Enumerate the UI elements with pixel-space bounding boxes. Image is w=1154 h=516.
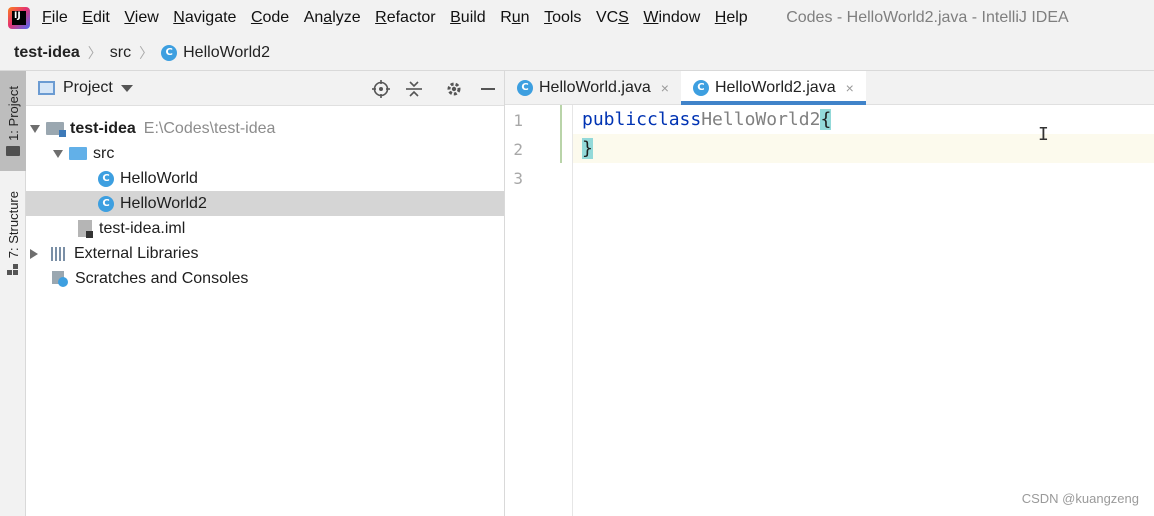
project-view-icon xyxy=(38,81,55,95)
tree-item-label: HelloWorld xyxy=(120,169,198,187)
source-folder-icon xyxy=(69,147,87,160)
navigation-bar: test-idea 〉 src 〉 C HelloWorld2 xyxy=(0,35,1154,71)
menu-bar: IJ File Edit View Navigate Code Analyze Refact… xyxy=(0,0,1154,35)
class-name: HelloWorld2 xyxy=(701,109,821,130)
tree-item-iml[interactable]: test-idea.iml xyxy=(26,216,504,241)
breadcrumb-separator-icon: 〉 xyxy=(139,44,154,61)
watermark: CSDN @kuangzeng xyxy=(1021,491,1139,506)
structure-icon xyxy=(7,264,19,276)
editor: C HelloWorld.java × C HelloWorld2.java ×… xyxy=(505,71,1154,516)
java-class-icon: C xyxy=(98,195,114,212)
tree-item-label: HelloWorld2 xyxy=(120,194,207,212)
structure-tool-tab-label: 7: Structure xyxy=(5,190,21,259)
tree-item-label: test-idea xyxy=(70,119,136,137)
tab-label: HelloWorld.java xyxy=(539,78,651,96)
tree-item-root[interactable]: test-idea E:\Codes\test-idea xyxy=(26,116,504,141)
expanded-arrow-icon[interactable] xyxy=(53,149,63,158)
menu-items: File Edit View Navigate Code Analyze Refactor B… xyxy=(42,9,762,27)
structure-tool-tab[interactable]: 7: Structure xyxy=(0,181,26,286)
code-area[interactable]: public class HelloWorld2 { } I xyxy=(573,105,1154,516)
menu-vcs[interactable]: VCS xyxy=(596,9,629,27)
menu-tools[interactable]: Tools xyxy=(544,9,581,27)
tree-item-label: Scratches and Consoles xyxy=(75,269,249,287)
menu-analyze[interactable]: Analyze xyxy=(304,9,361,27)
keyword-public: public xyxy=(582,109,648,130)
left-tool-strip: 1: Project 7: Structure xyxy=(0,71,26,516)
menu-refactor[interactable]: Refactor xyxy=(375,9,435,27)
tree-item-path: E:\Codes\test-idea xyxy=(143,119,276,137)
project-view-selector[interactable]: Project xyxy=(63,79,113,97)
code-line-1[interactable]: public class HelloWorld2 { xyxy=(573,105,1154,134)
expanded-arrow-icon[interactable] xyxy=(30,124,40,133)
java-class-icon: C xyxy=(98,170,114,187)
chevron-down-icon[interactable] xyxy=(120,84,133,92)
tree-item-external-libraries[interactable]: External Libraries xyxy=(26,241,504,266)
line-number: 1 xyxy=(513,111,523,130)
library-icon xyxy=(51,246,67,261)
scratches-icon xyxy=(52,270,68,287)
line-number-gutter: 1 2 3 xyxy=(505,105,573,516)
menu-run[interactable]: Run xyxy=(500,9,529,27)
menu-help[interactable]: Help xyxy=(715,9,748,27)
menu-view[interactable]: View xyxy=(124,9,158,27)
project-tool-tab-label: 1: Project xyxy=(5,85,21,141)
code-line-2[interactable]: } xyxy=(573,134,1154,163)
collapsed-arrow-icon[interactable] xyxy=(30,248,38,259)
breadcrumb-src[interactable]: src xyxy=(110,44,131,62)
menu-edit[interactable]: Edit xyxy=(82,9,110,27)
java-class-icon: C xyxy=(692,79,709,96)
vcs-change-marker xyxy=(560,105,562,163)
tree-item-scratches[interactable]: Scratches and Consoles xyxy=(26,266,504,291)
menu-build[interactable]: Build xyxy=(450,9,486,27)
breadcrumb-file-label: HelloWorld2 xyxy=(183,43,270,61)
tree-item-label: test-idea.iml xyxy=(99,219,186,237)
editor-body[interactable]: 1 2 3 public class HelloWorld2 { } I CSD… xyxy=(505,105,1154,516)
java-class-icon: C xyxy=(161,44,178,61)
folder-icon xyxy=(6,146,20,157)
tree-item-helloworld2[interactable]: C HelloWorld2 xyxy=(26,191,504,216)
iml-file-icon xyxy=(78,220,93,238)
menu-code[interactable]: Code xyxy=(251,9,289,27)
code-line-3[interactable] xyxy=(573,163,1154,192)
gear-icon[interactable] xyxy=(444,79,464,99)
tab-helloworld-java[interactable]: C HelloWorld.java × xyxy=(505,71,681,104)
text-cursor-icon: I xyxy=(1038,124,1049,145)
tree-item-label: External Libraries xyxy=(74,244,199,262)
project-panel: Project test-idea E:\Codes\test-idea src… xyxy=(26,71,505,516)
collapse-all-icon[interactable] xyxy=(404,79,424,99)
tab-helloworld2-java[interactable]: C HelloWorld2.java × xyxy=(680,71,866,105)
module-folder-icon xyxy=(46,122,66,137)
tree-item-label: src xyxy=(93,144,115,162)
project-panel-header: Project xyxy=(26,71,504,106)
open-brace: { xyxy=(820,109,832,130)
close-icon[interactable]: × xyxy=(846,80,854,96)
close-brace: } xyxy=(582,138,593,159)
breadcrumb-separator-icon: 〉 xyxy=(87,44,102,61)
menu-file[interactable]: File xyxy=(42,9,68,27)
keyword-class: class xyxy=(647,109,702,130)
menu-window[interactable]: Window xyxy=(643,9,700,27)
tree-item-helloworld[interactable]: C HelloWorld xyxy=(26,166,504,191)
window-title: Codes - HelloWorld2.java - IntelliJ IDEA xyxy=(786,8,1069,26)
menu-navigate[interactable]: Navigate xyxy=(173,9,236,27)
tab-label: HelloWorld2.java xyxy=(714,78,836,96)
line-number: 3 xyxy=(513,169,523,188)
editor-tab-bar: C HelloWorld.java × C HelloWorld2.java × xyxy=(505,71,1154,105)
java-class-icon: C xyxy=(517,79,533,96)
intellij-logo-icon: IJ xyxy=(8,6,30,29)
project-tool-tab[interactable]: 1: Project xyxy=(0,71,26,171)
hide-panel-icon[interactable] xyxy=(478,79,498,99)
breadcrumb-file[interactable]: C HelloWorld2 xyxy=(161,44,270,62)
line-number: 2 xyxy=(513,140,523,159)
breadcrumb-project[interactable]: test-idea xyxy=(14,44,80,62)
locate-file-icon[interactable] xyxy=(371,79,391,99)
close-icon[interactable]: × xyxy=(661,80,669,96)
tree-item-src[interactable]: src xyxy=(26,141,504,166)
